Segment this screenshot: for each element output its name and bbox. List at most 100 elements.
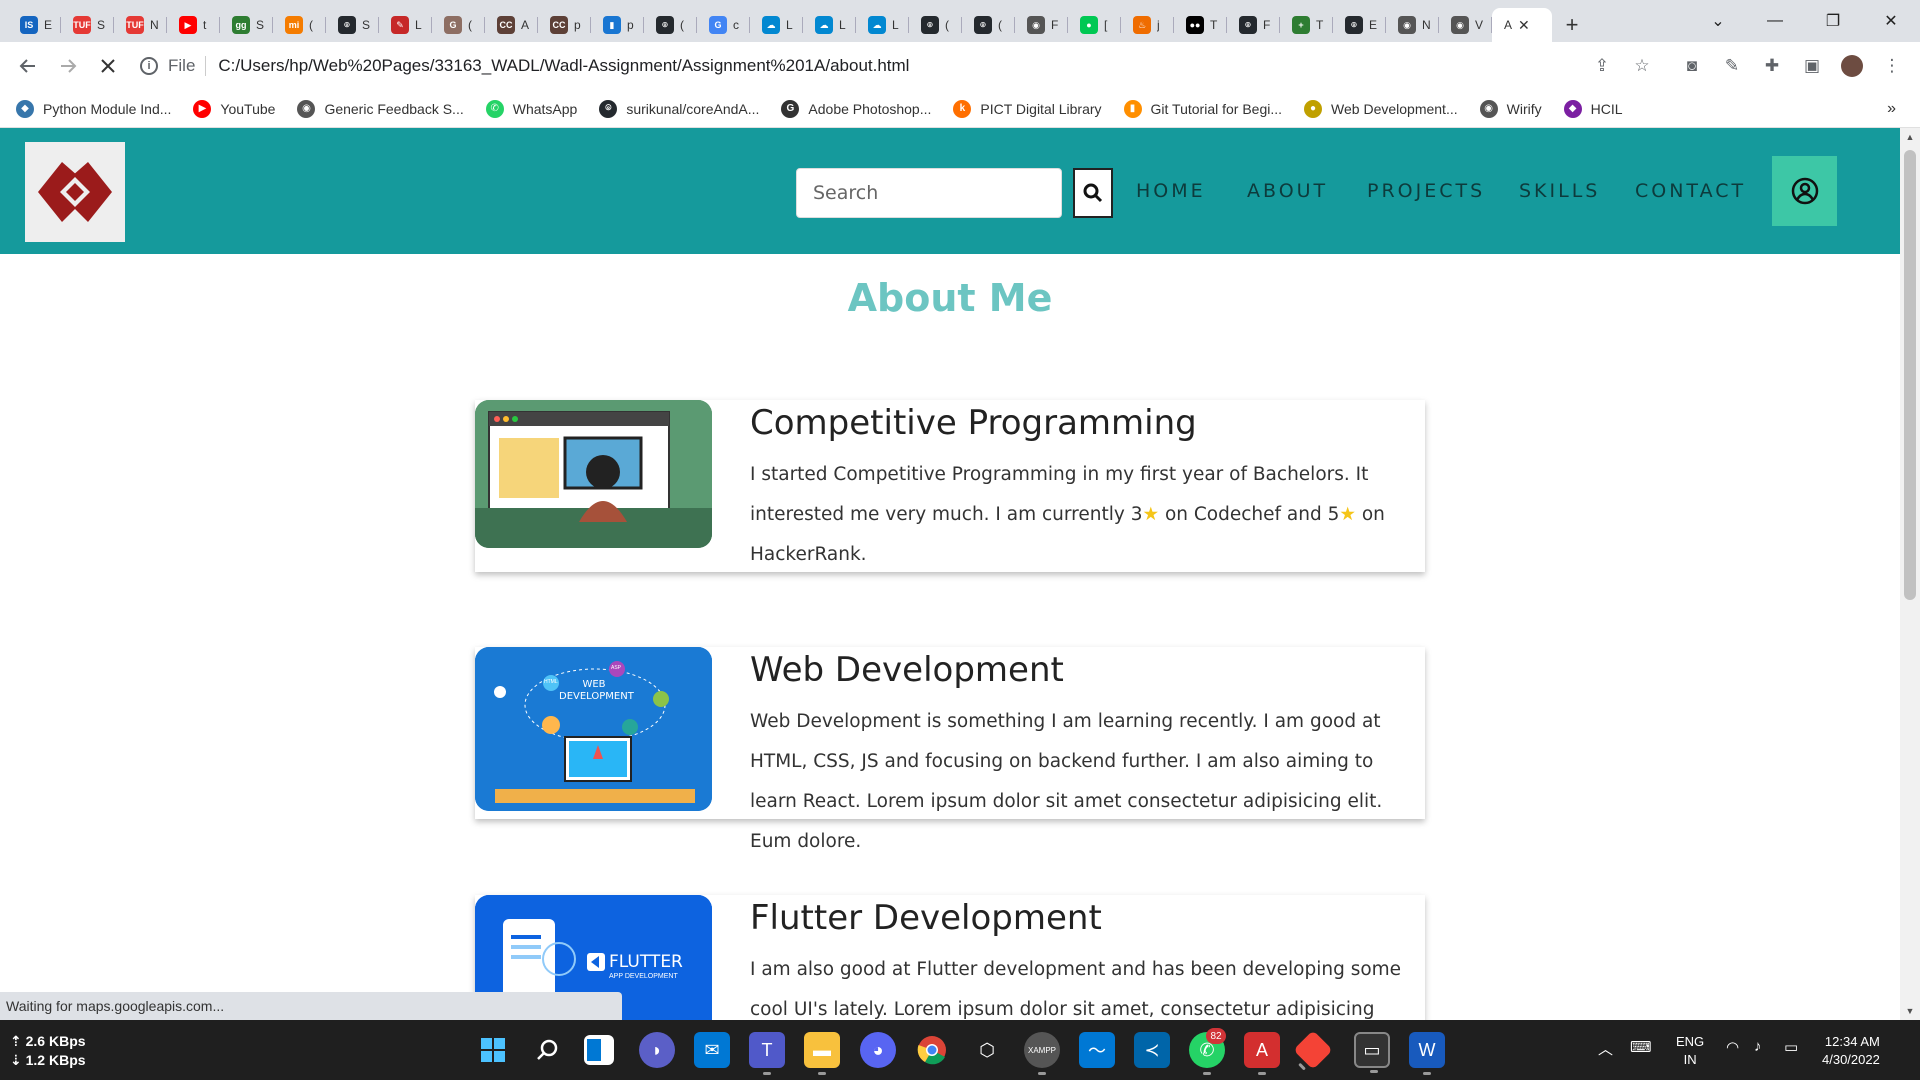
cube-app-icon[interactable]: ⬡ (969, 1032, 1005, 1068)
browser-tab[interactable]: CC A (485, 8, 538, 42)
camera-icon[interactable]: ◙ (1678, 52, 1706, 80)
browser-tab[interactable]: ▮ p (591, 8, 644, 42)
bookmark-item[interactable]: ◉ Generic Feedback S... (297, 99, 464, 118)
keyboard-icon[interactable]: ⌨ (1630, 1038, 1652, 1056)
share-icon[interactable]: ⇪ (1588, 52, 1616, 80)
browser-tab[interactable]: + T (1280, 8, 1333, 42)
browser-tab[interactable]: ⌾ E (1333, 8, 1386, 42)
browser-tab[interactable]: ◉ V (1439, 8, 1492, 42)
browser-tab[interactable]: ⌾ F (1227, 8, 1280, 42)
search-taskbar-icon[interactable] (530, 1032, 566, 1068)
word-icon[interactable]: W (1409, 1032, 1445, 1075)
browser-tab[interactable]: ♨ j (1121, 8, 1174, 42)
battery-icon[interactable]: ▭ (1784, 1038, 1798, 1056)
chat-icon[interactable]: ◗ (639, 1032, 675, 1068)
bookmark-item[interactable]: ▮ Git Tutorial for Begi... (1123, 99, 1282, 118)
forward-button[interactable] (48, 46, 88, 86)
task-view-icon[interactable] (584, 1035, 614, 1065)
back-button[interactable] (8, 46, 48, 86)
browser-tab[interactable]: ▶ t (167, 8, 220, 42)
new-tab-button[interactable]: + (1552, 8, 1592, 42)
volume-icon[interactable]: ♪ (1754, 1038, 1762, 1055)
nav-about[interactable]: ABOUT (1247, 180, 1328, 202)
eyedropper-icon[interactable]: ✎ (1718, 52, 1746, 80)
xampp-icon[interactable]: XAMPP (1024, 1032, 1060, 1075)
address-bar[interactable]: i File C:/Users/hp/Web%20Pages/33163_WAD… (140, 48, 1640, 84)
close-window-button[interactable]: ✕ (1866, 0, 1916, 42)
browser-tab[interactable]: gg S (220, 8, 273, 42)
browser-tab[interactable]: ●● T (1174, 8, 1227, 42)
discord-icon[interactable]: ◕ (860, 1032, 896, 1068)
bookmark-item[interactable]: ● Web Development... (1304, 99, 1458, 118)
browser-tab[interactable]: CC p (538, 8, 591, 42)
close-tab-icon[interactable]: ✕ (1518, 17, 1530, 34)
bookmark-item[interactable]: ✆ WhatsApp (485, 99, 577, 118)
page-scrollbar[interactable]: ▲ ▼ (1900, 128, 1920, 1020)
nav-home[interactable]: HOME (1136, 180, 1206, 202)
mail-icon[interactable]: ✉ (694, 1032, 730, 1068)
acrobat-icon[interactable]: A (1244, 1032, 1280, 1075)
chrome-icon[interactable] (914, 1032, 950, 1068)
scroll-down-icon[interactable]: ▼ (1900, 1002, 1920, 1020)
wifi-icon[interactable]: ◠ (1726, 1038, 1739, 1056)
menu-kebab-icon[interactable]: ⋮ (1878, 52, 1906, 80)
browser-tab[interactable]: ☁ L (856, 8, 909, 42)
side-panel-icon[interactable]: ▣ (1798, 52, 1826, 80)
browser-tab[interactable]: TUF S (61, 8, 114, 42)
teams-icon[interactable]: T (749, 1032, 785, 1075)
start-button[interactable] (475, 1032, 511, 1068)
browser-tab[interactable]: IS E (8, 8, 61, 42)
active-tab[interactable]: A ✕ (1492, 8, 1552, 42)
browser-tab[interactable]: ⌾( (644, 8, 697, 42)
nav-contact[interactable]: CONTACT (1635, 180, 1746, 202)
git-icon[interactable] (1293, 1030, 1333, 1070)
scroll-up-icon[interactable]: ▲ (1900, 128, 1920, 146)
user-button[interactable] (1772, 156, 1837, 226)
browser-tab[interactable]: ⌾( (909, 8, 962, 42)
clock-date: 4/30/2022 (1822, 1052, 1880, 1067)
bookmarks-overflow-icon[interactable]: » (1887, 90, 1896, 128)
minimize-button[interactable]: — (1750, 0, 1800, 42)
browser-tab[interactable]: G( (432, 8, 485, 42)
search-input[interactable] (796, 168, 1062, 218)
info-icon[interactable]: i (140, 57, 158, 75)
bookmark-item[interactable]: ⌾ surikunal/coreAndA... (599, 99, 759, 118)
extensions-icon[interactable]: ✚ (1758, 52, 1786, 80)
vscode-icon[interactable]: ≺ (1134, 1032, 1170, 1068)
browser-tab[interactable]: ☁ L (803, 8, 856, 42)
bookmark-item[interactable]: k PICT Digital Library (953, 99, 1102, 118)
url-text[interactable]: C:/Users/hp/Web%20Pages/33163_WADL/Wadl-… (218, 56, 909, 76)
terminal-icon[interactable]: ▭ (1354, 1032, 1390, 1073)
bookmark-item[interactable]: G Adobe Photoshop... (781, 99, 931, 118)
bookmark-item[interactable]: ◉ Wirify (1479, 99, 1542, 118)
tray-overflow-icon[interactable]: ︿ (1598, 1038, 1613, 1059)
browser-tab[interactable]: mi ( (273, 8, 326, 42)
system-clock[interactable]: 12:34 AM 4/30/2022 (1822, 1033, 1880, 1069)
browser-tab[interactable]: ⌾ S (326, 8, 379, 42)
browser-tab[interactable]: ⌾( (962, 8, 1015, 42)
bookmark-star-icon[interactable]: ☆ (1628, 52, 1656, 80)
browser-tab[interactable]: TUF N (114, 8, 167, 42)
bookmark-item[interactable]: ◆ Python Module Ind... (16, 99, 171, 118)
site-logo[interactable] (25, 142, 125, 242)
browser-tab[interactable]: ☁ L (750, 8, 803, 42)
stats-app-icon[interactable]: 〜 (1079, 1032, 1115, 1068)
restore-button[interactable]: ❐ (1808, 0, 1858, 42)
bookmark-item[interactable]: ◆ HCIL (1563, 99, 1623, 118)
tab-search-icon[interactable]: ⌄ (1693, 0, 1743, 42)
bookmark-item[interactable]: ▶ YouTube (193, 99, 275, 118)
browser-tab[interactable]: ●[ (1068, 8, 1121, 42)
nav-skills[interactable]: SKILLS (1519, 180, 1600, 202)
browser-tab[interactable]: ◉ N (1386, 8, 1439, 42)
language-indicator[interactable]: ENG IN (1676, 1033, 1704, 1069)
nav-projects[interactable]: PROJECTS (1367, 180, 1485, 202)
scrollbar-thumb[interactable] (1904, 150, 1916, 600)
tab-favicon-icon: ◉ (1027, 16, 1045, 34)
stop-loading-button[interactable] (88, 46, 128, 86)
browser-tab[interactable]: Gc (697, 8, 750, 42)
profile-avatar[interactable] (1838, 52, 1866, 80)
search-button[interactable] (1073, 168, 1113, 218)
browser-tab[interactable]: ✎ L (379, 8, 432, 42)
browser-tab[interactable]: ◉ F (1015, 8, 1068, 42)
file-explorer-icon[interactable]: ▬ (804, 1032, 840, 1075)
